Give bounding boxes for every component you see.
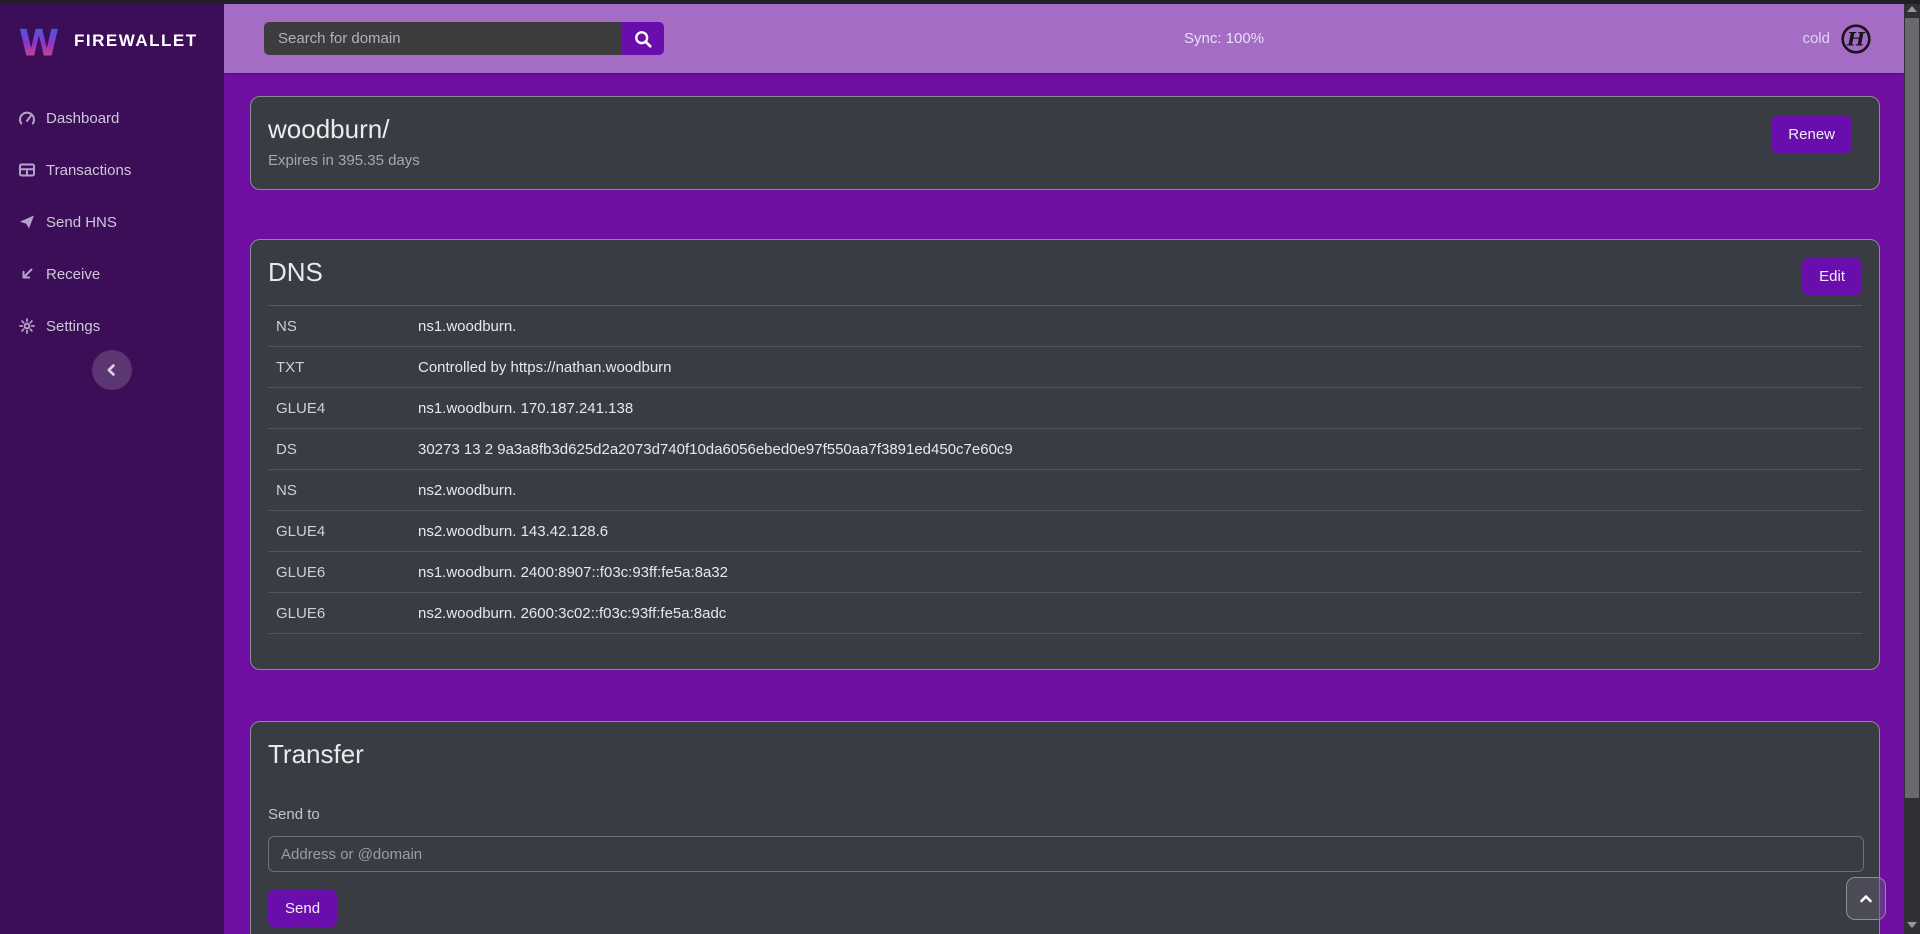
dns-record-row: GLUE4 ns1.woodburn. 170.187.241.138 [268,388,1862,429]
transfer-card: Transfer Send to Send [250,721,1880,934]
dns-record-value: ns2.woodburn. [418,482,516,499]
dns-record-type: TXT [268,359,418,376]
dns-record-value: Controlled by https://nathan.woodburn [418,359,672,376]
dns-record-value: ns2.woodburn. 143.42.128.6 [418,523,608,540]
dns-record-value: ns1.woodburn. [418,318,516,335]
handshake-logo: H [1840,23,1872,55]
sidebar-item-settings[interactable]: Settings [0,300,224,352]
dns-record-value: ns1.woodburn. 2400:8907::f03c:93ff:fe5a:… [418,564,728,581]
dns-record-row: NS ns2.woodburn. [268,470,1862,511]
brand[interactable]: W FIREWALLET [0,4,224,66]
sidebar-item-transactions[interactable]: Transactions [0,144,224,196]
sidebar-item-dashboard[interactable]: Dashboard [0,92,224,144]
chevron-up-icon [1856,889,1876,909]
edit-dns-button[interactable]: Edit [1802,258,1862,295]
transactions-icon [17,162,36,179]
receive-icon [17,266,36,283]
dns-record-type: NS [268,482,418,499]
dns-record-row: GLUE4 ns2.woodburn. 143.42.128.6 [268,511,1862,552]
topbar: Sync: 100% cold H [224,4,1904,73]
dns-card: DNS Edit NS ns1.woodburn. TXT Controlled… [250,239,1880,670]
transfer-address-input[interactable] [268,836,1864,872]
transfer-title: Transfer [268,739,1862,770]
send-transfer-button[interactable]: Send [268,890,337,927]
sidebar-item-send-hns[interactable]: Send HNS [0,196,224,248]
dns-record-type: GLUE4 [268,400,418,417]
settings-icon [17,318,36,335]
dns-title: DNS [268,257,1862,288]
domain-expiry: Expires in 395.35 days [268,152,1862,169]
dns-record-row: NS ns1.woodburn. [268,306,1862,347]
sidebar-item-label: Receive [46,266,100,283]
dashboard-icon [17,110,36,127]
scrollbar-thumb[interactable] [1905,18,1919,798]
window-top-edge [0,0,1920,4]
sidebar-item-label: Send HNS [46,214,117,231]
domain-header-card: woodburn/ Expires in 395.35 days Renew [250,96,1880,190]
dns-record-row: GLUE6 ns2.woodburn. 2600:3c02::f03c:93ff… [268,593,1862,634]
sync-status: Sync: 100% [1184,4,1264,73]
firewallet-w-logo: W [16,19,62,63]
search-icon [633,29,653,49]
dns-record-row: GLUE6 ns1.woodburn. 2400:8907::f03c:93ff… [268,552,1862,593]
send-icon [17,214,36,231]
scrollbar-up-arrow-icon[interactable] [1907,6,1917,12]
dns-record-type: DS [268,441,418,458]
dns-record-value: ns1.woodburn. 170.187.241.138 [418,400,633,417]
sidebar-nav: Dashboard Transactions Send HNS [0,92,224,352]
dns-record-type: NS [268,318,418,335]
renew-button[interactable]: Renew [1771,116,1852,153]
search-button[interactable] [622,22,664,55]
main-content: woodburn/ Expires in 395.35 days Renew D… [224,73,1904,934]
dns-record-type: GLUE4 [268,523,418,540]
dns-record-type: GLUE6 [268,605,418,622]
app-title: FIREWALLET [74,31,198,51]
dns-record-row: TXT Controlled by https://nathan.woodbur… [268,347,1862,388]
sidebar-item-receive[interactable]: Receive [0,248,224,300]
dns-record-value: ns2.woodburn. 2600:3c02::f03c:93ff:fe5a:… [418,605,726,622]
domain-search [264,22,664,55]
wallet-selector[interactable]: cold H [1802,4,1872,73]
scroll-to-top-button[interactable] [1846,877,1886,920]
dns-record-row: DS 30273 13 2 9a3a8fb3d625d2a2073d740f10… [268,429,1862,470]
chevron-left-icon [102,360,122,380]
page-title: woodburn/ [268,114,1862,145]
scrollbar-down-arrow-icon[interactable] [1907,922,1917,928]
dns-records-table: NS ns1.woodburn. TXT Controlled by https… [268,306,1862,634]
wallet-name: cold [1802,30,1830,47]
sidebar-item-label: Transactions [46,162,131,179]
sidebar-item-label: Dashboard [46,110,119,127]
svg-text:H: H [1846,28,1866,50]
sidebar-item-label: Settings [46,318,100,335]
dns-record-value: 30273 13 2 9a3a8fb3d625d2a2073d740f10da6… [418,441,1013,458]
sidebar-collapse-button[interactable] [92,350,132,390]
dns-record-type: GLUE6 [268,564,418,581]
scrollbar[interactable] [1904,0,1920,934]
sidebar: W FIREWALLET Dashboard Transactions [0,4,224,934]
search-input[interactable] [264,22,622,55]
svg-text:W: W [19,21,59,63]
send-to-label: Send to [268,806,1862,823]
